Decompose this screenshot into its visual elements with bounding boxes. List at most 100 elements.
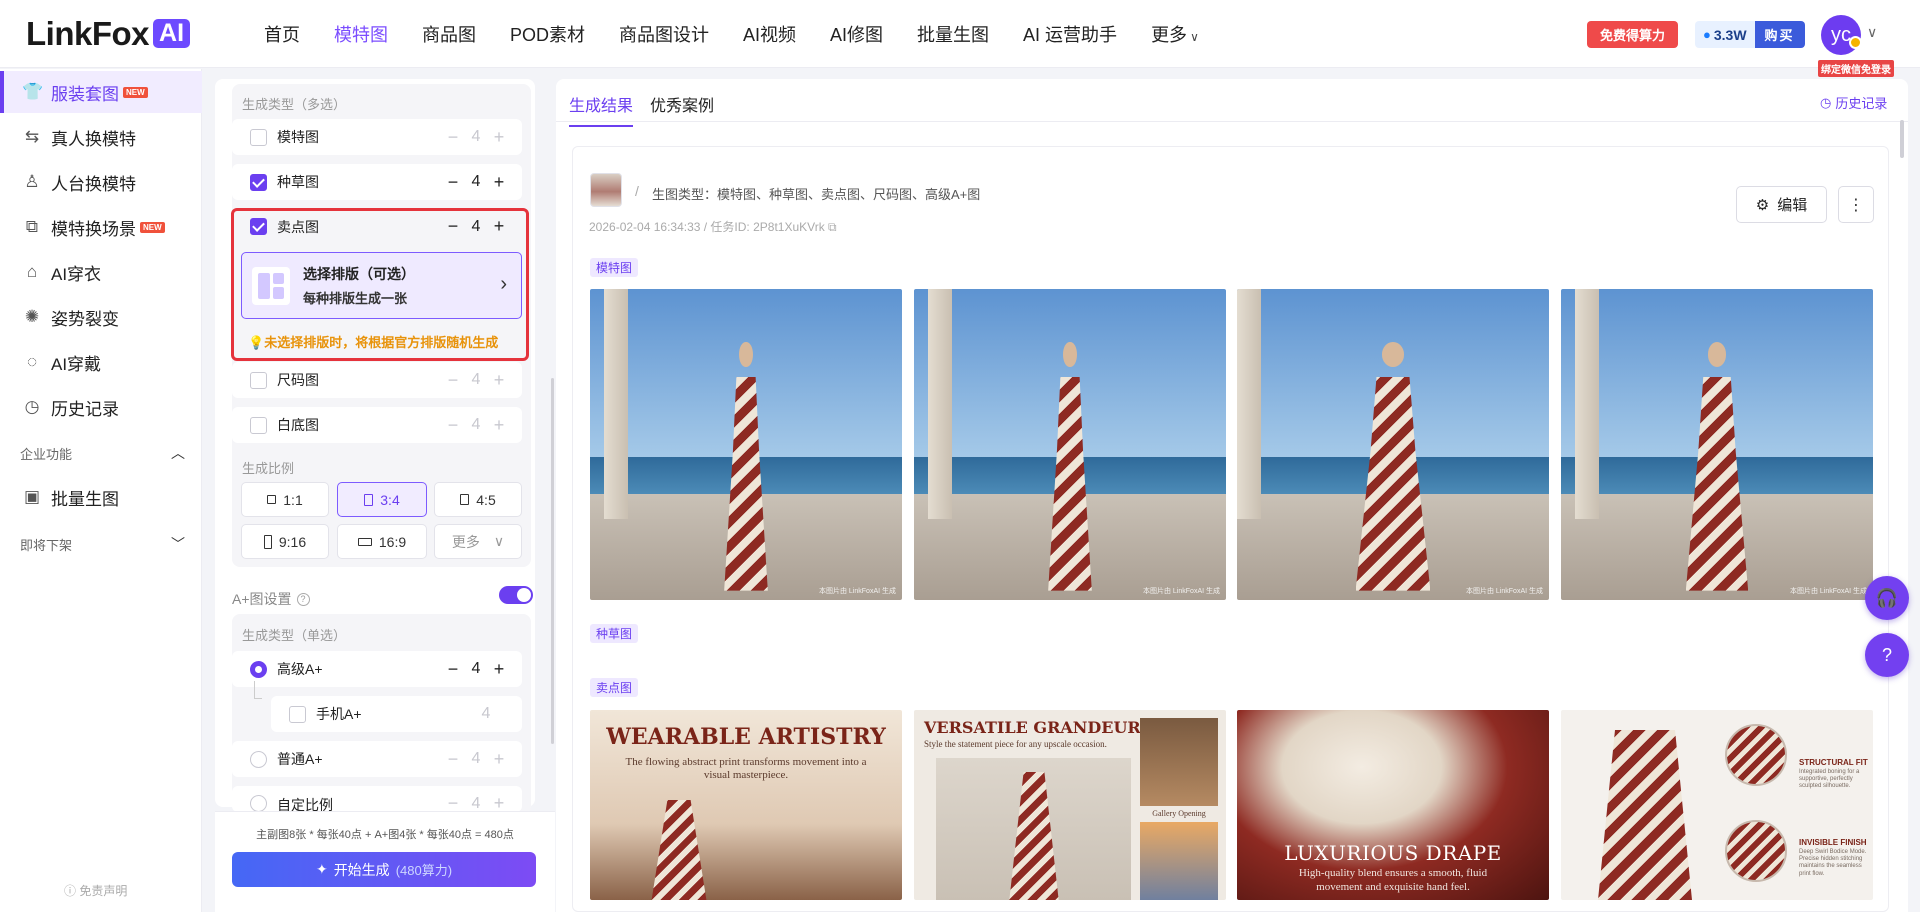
buy-button[interactable]: 购买 xyxy=(1754,21,1805,48)
tshirt-icon: 👕 xyxy=(22,82,44,101)
ratio-16-9[interactable]: 16:9 xyxy=(337,524,427,559)
sidebar-item-ai-wear[interactable]: ◌ AI穿戴 xyxy=(0,341,202,383)
results-scrollbar[interactable] xyxy=(1900,120,1904,158)
plus-icon[interactable]: + xyxy=(492,172,506,193)
selling-headline: LUXURIOUS DRAPE xyxy=(1284,841,1502,865)
ratio-1-1[interactable]: 1:1 xyxy=(241,482,329,517)
sidebar-item-history[interactable]: ◷ 历史记录 xyxy=(0,386,202,428)
checkbox[interactable] xyxy=(250,371,267,389)
checkbox[interactable] xyxy=(289,705,306,723)
sidebar-item-label: AI穿戴 xyxy=(51,354,102,374)
nav-ai-video[interactable]: AI视频 xyxy=(743,21,813,47)
more-options-button[interactable]: ⋮ xyxy=(1838,186,1874,223)
logo[interactable]: LinkFox AI xyxy=(26,17,191,50)
copy-icon[interactable]: ⧉ xyxy=(828,220,837,234)
nav-product-image[interactable]: 商品图 xyxy=(422,21,493,47)
pose-icon: ✺ xyxy=(24,307,40,326)
free-credits-button[interactable]: 免费得算力 xyxy=(1587,21,1678,48)
ratio-4-5[interactable]: 4:5 xyxy=(434,482,522,517)
source-image-thumbnail[interactable] xyxy=(590,173,622,207)
plus-icon: + xyxy=(493,793,505,812)
help-icon[interactable]: ? xyxy=(296,592,310,606)
option-standard-aplus[interactable]: 普通A+ −4 + xyxy=(232,741,522,777)
selling-image-4[interactable]: STRUCTURAL FIT Integrated boning for a s… xyxy=(1561,710,1873,900)
inset-caption: Gallery Opening xyxy=(1152,809,1206,818)
sidebar-item-scene-swap[interactable]: ⧉ 模特换场景 NEW xyxy=(0,206,202,248)
headset-icon: 🎧 xyxy=(1875,587,1899,608)
sidebar-item-real-person-swap[interactable]: ⇆ 真人换模特 xyxy=(0,116,202,158)
option-seeding-image[interactable]: 种草图 −4 + xyxy=(232,164,522,200)
minus-icon[interactable]: − xyxy=(446,659,460,680)
checkbox[interactable] xyxy=(250,416,267,434)
main-menu: 首页 模特图 商品图 POD素材 商品图设计 AI视频 AI修图 批量生图 AI… xyxy=(264,0,1233,68)
customer-service-button[interactable]: 🎧 xyxy=(1865,576,1909,620)
nav-model-image[interactable]: 模特图 xyxy=(334,21,405,47)
nav-batch-generate[interactable]: 批量生图 xyxy=(917,21,1006,47)
minus-icon: − xyxy=(447,126,459,147)
sidebar-group-deprecating[interactable]: 即将下架 ﹀ xyxy=(20,534,185,554)
panel-scrollbar[interactable] xyxy=(551,378,554,744)
ratio-3-4[interactable]: 3:4 xyxy=(337,482,427,517)
disclaimer-label: 免责声明 xyxy=(79,884,128,898)
sidebar-item-batch-generate[interactable]: ▣ 批量生图 xyxy=(0,476,202,518)
option-custom-ratio[interactable]: 自定比例 −4 + xyxy=(232,786,522,812)
section-tag-seeding: 种草图 xyxy=(590,624,639,643)
checkbox[interactable] xyxy=(250,128,267,146)
option-model-image[interactable]: 模特图 −4 + xyxy=(232,119,522,155)
help-button[interactable]: ? xyxy=(1865,633,1909,677)
sidebar-item-outfit-set[interactable]: 👕 服装套图 NEW xyxy=(0,71,202,113)
selling-image-1[interactable]: WEARABLE ARTISTRY The flowing abstract p… xyxy=(590,710,902,900)
result-image-1[interactable]: 本图片由 LinkFoxAI 生成 xyxy=(590,289,902,600)
start-generate-button[interactable]: ✦ 开始生成 (480算力) xyxy=(232,852,536,887)
minus-icon[interactable]: − xyxy=(446,172,460,193)
quantity-value: 4 xyxy=(471,371,481,388)
radio[interactable] xyxy=(250,795,267,812)
result-image-3[interactable]: 本图片由 LinkFoxAI 生成 xyxy=(1237,289,1549,600)
nav-pod-assets[interactable]: POD素材 xyxy=(510,21,602,47)
minus-icon: − xyxy=(447,414,459,435)
sidebar-item-ai-dress[interactable]: ⌂ AI穿衣 xyxy=(0,251,202,293)
selling-image-2[interactable]: VERSATILE GRANDEUR Style the statement p… xyxy=(914,710,1226,900)
option-premium-aplus[interactable]: 高级A+ −4 + xyxy=(232,651,522,687)
avatar[interactable]: yc xyxy=(1821,15,1861,55)
option-mobile-aplus[interactable]: 手机A+ 4 xyxy=(271,696,522,732)
nav-more[interactable]: 更多 ∨ xyxy=(1151,21,1216,47)
ratio-9-16[interactable]: 9:16 xyxy=(241,524,329,559)
nav-ai-assistant[interactable]: AI 运营助手 xyxy=(1023,21,1134,47)
plus-icon: + xyxy=(493,369,505,390)
nav-ai-retouch[interactable]: AI修图 xyxy=(830,21,900,47)
aplus-toggle[interactable] xyxy=(499,586,533,604)
selling-image-3[interactable]: LUXURIOUS DRAPE High-quality blend ensur… xyxy=(1237,710,1549,900)
vip-badge-icon xyxy=(1849,36,1862,49)
plus-icon[interactable]: + xyxy=(492,659,506,680)
quantity-stepper[interactable]: −4 + xyxy=(446,659,506,680)
nav-home[interactable]: 首页 xyxy=(264,21,317,47)
cost-formula: 主副图8张 * 每张40点 + A+图4张 * 每张40点 = 480点 xyxy=(256,829,514,841)
option-label: 种草图 xyxy=(277,174,319,190)
quantity-stepper: −4 + xyxy=(446,415,506,436)
edit-button[interactable]: ⚙ 编辑 xyxy=(1736,186,1827,223)
nav-product-design[interactable]: 商品图设计 xyxy=(619,21,726,47)
checkbox-checked[interactable] xyxy=(250,173,267,191)
radio-selected[interactable] xyxy=(250,660,267,678)
option-white-background[interactable]: 白底图 −4 + xyxy=(232,407,522,443)
task-meta-text: 2026-02-04 16:34:33 / 任务ID: 2P8t1XuKVrk xyxy=(589,220,825,234)
radio[interactable] xyxy=(250,750,267,768)
result-image-2[interactable]: 本图片由 LinkFoxAI 生成 xyxy=(914,289,1226,600)
detail-desc-1: Integrated boning for a supportive, perf… xyxy=(1799,769,1860,790)
history-link[interactable]: ◷ 历史记录 xyxy=(1820,93,1887,112)
detail-label-1: STRUCTURAL FIT xyxy=(1799,758,1868,767)
result-image-4[interactable]: 本图片由 LinkFoxAI 生成 xyxy=(1561,289,1873,600)
bind-wechat-tip[interactable]: 绑定微信免登录 xyxy=(1818,60,1894,77)
account-chevron-down-icon[interactable]: ∨ xyxy=(1867,24,1877,41)
quantity-stepper[interactable]: −4 + xyxy=(446,172,506,193)
sidebar-item-pose-variation[interactable]: ✺ 姿势裂变 xyxy=(0,296,202,338)
logo-ai-badge: AI xyxy=(153,18,191,49)
sidebar-group-enterprise[interactable]: 企业功能 ︿ xyxy=(20,443,185,463)
option-size-chart[interactable]: 尺码图 −4 + xyxy=(232,362,522,398)
sidebar-item-mannequin-swap[interactable]: ♙ 人台换模特 xyxy=(0,161,202,203)
chevron-down-icon: ﹀ xyxy=(171,536,185,552)
disclaimer-link[interactable]: ⓘ 免责声明 xyxy=(64,882,127,899)
ratio-more-select[interactable]: 更多 ∨ xyxy=(434,524,522,559)
image-icon: ▣ xyxy=(23,487,41,506)
